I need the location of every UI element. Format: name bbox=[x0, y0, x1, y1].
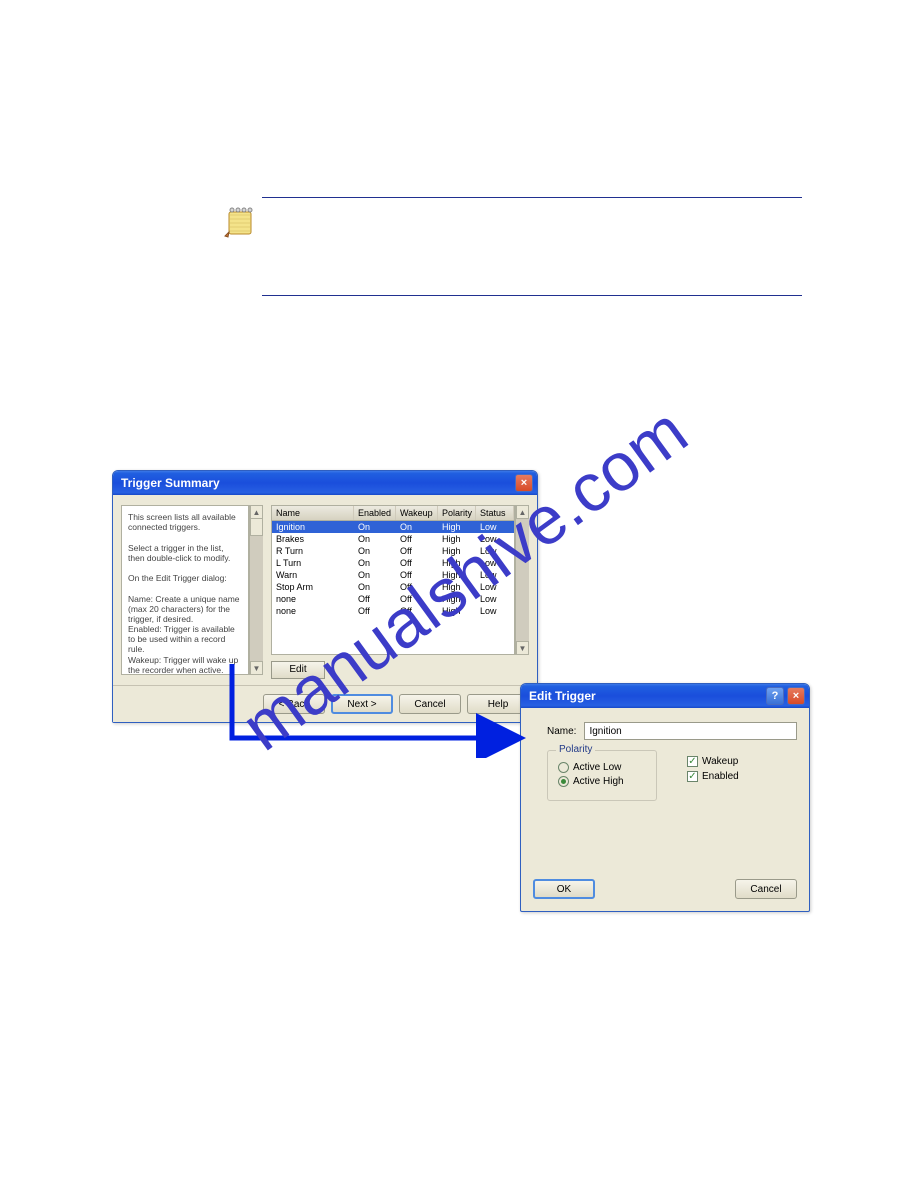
table-row[interactable]: R TurnOnOffHighLow bbox=[272, 545, 514, 557]
close-icon[interactable]: × bbox=[787, 687, 805, 705]
enabled-checkbox[interactable]: Enabled bbox=[687, 771, 739, 782]
table-row[interactable]: noneOffOffHighLow bbox=[272, 593, 514, 605]
help-panel: This screen lists all available connecte… bbox=[121, 505, 249, 675]
col-enabled[interactable]: Enabled bbox=[354, 506, 396, 520]
scroll-up-icon[interactable]: ▲ bbox=[250, 505, 263, 519]
checkbox-icon bbox=[687, 756, 698, 767]
scroll-down-icon[interactable]: ▼ bbox=[516, 641, 529, 655]
dialog-title: Edit Trigger bbox=[529, 689, 596, 703]
titlebar[interactable]: Edit Trigger ? × bbox=[521, 684, 809, 708]
notepad-icon bbox=[222, 204, 258, 240]
name-value: Ignition bbox=[589, 726, 621, 737]
checkbox-icon bbox=[687, 771, 698, 782]
col-name[interactable]: Name bbox=[272, 506, 354, 520]
scroll-up-icon[interactable]: ▲ bbox=[516, 505, 529, 519]
titlebar[interactable]: Trigger Summary × bbox=[113, 471, 537, 495]
enabled-label: Enabled bbox=[702, 771, 739, 782]
radio-icon bbox=[558, 776, 569, 787]
active-high-radio[interactable]: Active High bbox=[558, 776, 644, 787]
table-row[interactable]: L TurnOnOffHighLow bbox=[272, 557, 514, 569]
radio-icon bbox=[558, 762, 569, 773]
scrollbar[interactable]: ▲ ▼ bbox=[249, 505, 263, 675]
table-body[interactable]: IgnitionOnOnHighLowBrakesOnOffHighLowR T… bbox=[272, 521, 514, 617]
wakeup-label: Wakeup bbox=[702, 756, 738, 767]
scroll-thumb[interactable] bbox=[250, 518, 263, 536]
active-high-label: Active High bbox=[573, 776, 624, 787]
table-row[interactable]: WarnOnOffHighLow bbox=[272, 569, 514, 581]
name-field[interactable]: Ignition bbox=[584, 722, 797, 740]
connector-arrow bbox=[218, 658, 538, 758]
polarity-group: Polarity Active Low Active High bbox=[547, 750, 657, 801]
close-icon[interactable]: × bbox=[515, 474, 533, 492]
table-row[interactable]: IgnitionOnOnHighLow bbox=[272, 521, 514, 533]
divider bbox=[262, 295, 802, 296]
wakeup-checkbox[interactable]: Wakeup bbox=[687, 756, 739, 767]
table-row[interactable]: BrakesOnOffHighLow bbox=[272, 533, 514, 545]
col-polarity[interactable]: Polarity bbox=[438, 506, 476, 520]
divider bbox=[262, 197, 802, 198]
col-wakeup[interactable]: Wakeup bbox=[396, 506, 438, 520]
table-row[interactable]: Stop ArmOnOffHighLow bbox=[272, 581, 514, 593]
help-icon[interactable]: ? bbox=[766, 687, 784, 705]
col-status[interactable]: Status bbox=[476, 506, 514, 520]
dialog-title: Trigger Summary bbox=[121, 476, 220, 490]
dialog-buttons: OK Cancel bbox=[521, 879, 809, 911]
table-row[interactable]: noneOffOffHighLow bbox=[272, 605, 514, 617]
scrollbar[interactable]: ▲ ▼ bbox=[515, 505, 529, 655]
cancel-button[interactable]: Cancel bbox=[735, 879, 797, 899]
name-label: Name: bbox=[547, 726, 576, 737]
edit-trigger-dialog: Edit Trigger ? × Name: Ignition Polarity… bbox=[520, 683, 810, 912]
ok-button[interactable]: OK bbox=[533, 879, 595, 899]
trigger-table[interactable]: Name Enabled Wakeup Polarity Status Igni… bbox=[271, 505, 515, 655]
active-low-label: Active Low bbox=[573, 762, 621, 773]
active-low-radio[interactable]: Active Low bbox=[558, 762, 644, 773]
polarity-legend: Polarity bbox=[556, 744, 595, 755]
table-header: Name Enabled Wakeup Polarity Status bbox=[272, 506, 514, 521]
